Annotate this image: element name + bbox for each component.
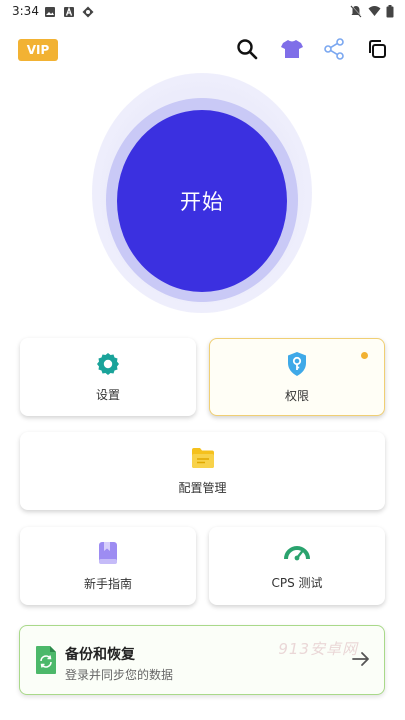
shield-key-icon [288,351,306,376]
status-bar: 3:34 [0,0,405,24]
settings-card[interactable]: 设置 [20,338,196,416]
folder-icon [191,447,214,468]
backup-subtitle: 登录并同步您的数据 [65,668,174,682]
watermark-text: 913安卓网 [278,640,358,658]
tshirt-icon [281,40,303,58]
bottom-edge [0,710,405,720]
permissions-card[interactable]: 权限 [209,338,385,416]
image-icon [45,7,55,17]
arrow-right-icon [352,652,369,666]
book-icon [99,541,117,564]
copy-button[interactable] [364,36,390,62]
bell-off-icon [350,5,362,18]
share-icon [324,38,344,60]
status-time: 3:34 [12,4,39,18]
copy-icon [369,40,386,58]
backup-restore-card[interactable]: 备份和恢复 登录并同步您的数据 913安卓网 [19,625,385,695]
speedometer-icon [284,545,310,560]
cps-test-label: CPS 测试 [271,575,323,590]
notification-dot [361,352,368,359]
gear-icon [97,352,119,375]
config-management-label: 配置管理 [178,480,227,495]
start-button[interactable]: 开始 [117,110,287,292]
app-a-icon [64,6,74,17]
config-management-card[interactable]: 配置管理 [20,432,385,510]
vip-badge[interactable]: VIP [18,39,58,61]
cps-test-card[interactable]: CPS 测试 [209,527,385,605]
guide-card[interactable]: 新手指南 [20,527,196,605]
theme-button[interactable] [279,36,305,62]
wifi-icon [368,6,381,16]
backup-title: 备份和恢复 [65,647,135,663]
permissions-label: 权限 [284,388,309,403]
battery-icon [386,5,394,18]
share-button[interactable] [321,36,347,62]
search-button[interactable] [234,36,260,62]
search-icon [237,39,258,60]
diamond-icon [82,6,94,18]
guide-label: 新手指南 [83,576,132,591]
backup-file-icon [36,646,56,674]
settings-label: 设置 [95,387,120,402]
